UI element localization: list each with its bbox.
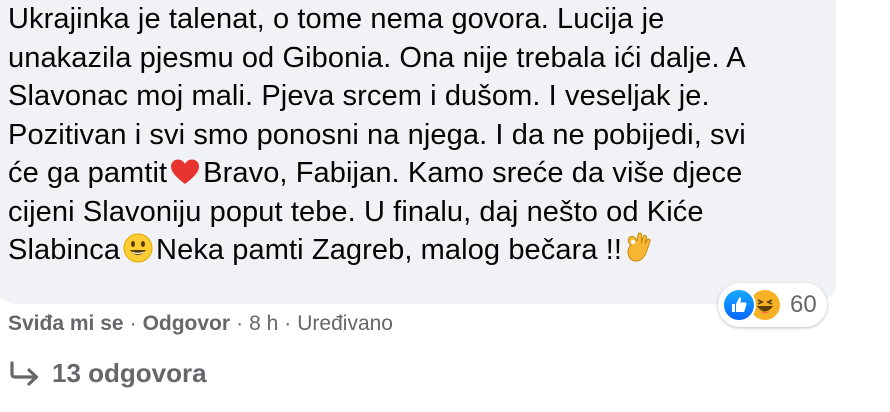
comment-line: Pozitivan i svi smo ponosni na njega. I … — [8, 118, 746, 151]
replies-count-label: 13 odgovora — [52, 358, 207, 388]
like-icon — [722, 288, 756, 322]
separator: · — [129, 312, 137, 335]
reactions-summary[interactable]: 60 — [718, 283, 827, 327]
comment-line: unakazila pjesmu od Gibonia. Ona nije tr… — [8, 41, 746, 74]
reaction-count: 60 — [790, 291, 817, 318]
comment-line-with-emojis: Slabinca Neka pamti Zagreb, malog bečara … — [8, 231, 828, 270]
comment-body: Ukrajinka je talenat, o tome nema govora… — [8, 0, 828, 270]
like-button[interactable]: Sviđa mi se — [8, 312, 124, 336]
separator: · — [284, 312, 292, 335]
reply-button[interactable]: Odgovor — [143, 312, 231, 336]
comment-line-with-heart: će ga pamtit Bravo, Fabijan. Kamo sreće d… — [8, 154, 828, 193]
comment-text-fragment: Bravo, Fabijan. Kamo sreće da više djece — [203, 157, 743, 189]
comment-timestamp[interactable]: 8 h — [249, 312, 278, 336]
comment-line: cijeni Slavoniju poput tebe. U finalu, d… — [8, 195, 704, 228]
comment-text-fragment: Slabinca — [8, 234, 121, 266]
heart-emoji — [170, 158, 200, 197]
comment-text-fragment: će ga pamtit — [8, 157, 168, 189]
separator: · — [236, 312, 244, 335]
comment-line: Ukrajinka je talenat, o tome nema govora… — [8, 3, 665, 35]
edited-label[interactable]: Uređivano — [297, 312, 393, 336]
comment-actions: Sviđa mi se · Odgovor · 8 h · Uređivano — [8, 312, 393, 336]
grinning-emoji — [123, 233, 153, 274]
comment-line: Slavonac moj mali. Pjeva srcem i dušom. … — [8, 80, 710, 112]
view-replies-link[interactable]: 13 odgovora — [8, 358, 207, 389]
reply-arrow-icon — [10, 360, 39, 386]
ok-hand-emoji — [625, 231, 653, 274]
comment-text-fragment: Neka pamti Zagreb, malog bečara !! — [156, 234, 623, 266]
